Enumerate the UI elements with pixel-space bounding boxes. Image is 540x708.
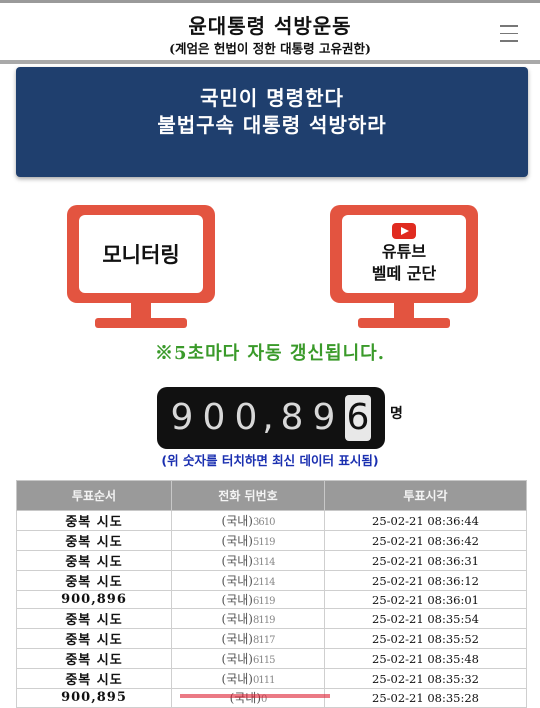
- phone-cell: (국내)8117: [171, 628, 325, 650]
- vote-order-cell: 중복 시도: [16, 648, 172, 670]
- page-title: 윤대통령 석방운동: [188, 14, 352, 38]
- monitoring-label: 모니터링: [102, 243, 180, 267]
- column-header: 전화 뒤번호: [171, 480, 325, 511]
- table-header-row: 투표순서 전화 뒤번호 투표시각: [16, 480, 527, 511]
- phone-prefix: (국내): [221, 554, 253, 568]
- phone-prefix: (국내): [221, 672, 253, 687]
- page-subtitle: (계엄은 헌법이 정한 대통령 고유권한): [169, 41, 371, 56]
- bellte-label: 벨떼 군단: [371, 264, 437, 283]
- cut-off-text: [180, 694, 330, 698]
- table-row: 900,896 (국내)6119 25-02-21 08:36:01: [16, 589, 527, 610]
- table-row: 중복 시도 (국내)0111 25-02-21 08:35:32: [16, 668, 527, 690]
- phone-cell: (국내)5119: [171, 530, 325, 551]
- vote-order-cell: 중복 시도: [16, 668, 172, 690]
- phone-mask: 3610: [253, 517, 275, 528]
- vote-log-table: 투표순서 전화 뒤번호 투표시각 중복 시도 (국내)3610 25-02-21 0…: [16, 480, 527, 708]
- top-bar: 윤대통령 석방운동 (계엄은 헌법이 정한 대통령 고유권한): [0, 0, 540, 60]
- vote-time-cell: 25-02-21 08:35:52: [324, 628, 527, 650]
- vote-time-cell: 25-02-21 08:35:48: [324, 648, 527, 670]
- phone-prefix: (국내): [221, 632, 253, 647]
- phone-prefix: (국내): [221, 652, 253, 667]
- vote-order-cell: 중복 시도: [16, 570, 172, 591]
- column-header: 투표순서: [16, 480, 172, 511]
- phone-prefix: (국내): [221, 574, 253, 588]
- column-header: 투표시각: [324, 480, 527, 511]
- vote-time-cell: 25-02-21 08:36:44: [324, 510, 527, 531]
- counter-digit: 6: [345, 395, 371, 441]
- phone-mask: 0111: [253, 675, 275, 687]
- table-row: 중복 시도 (국내)8119 25-02-21 08:35:54: [16, 608, 527, 630]
- phone-mask: 5119: [253, 537, 275, 548]
- slogan-line-1: 국민이 명령한다: [200, 86, 344, 110]
- vote-order-cell: 900,896: [16, 589, 172, 610]
- table-row: 중복 시도 (국내)2114 25-02-21 08:36:12: [16, 570, 527, 591]
- vote-order-cell: 중복 시도: [16, 550, 172, 571]
- counter-unit: 명: [390, 406, 403, 422]
- table-row: 중복 시도 (국내)6115 25-02-21 08:35:48: [16, 648, 527, 670]
- phone-cell: (국내)2114: [171, 570, 325, 591]
- phone-cell: (국내)3114: [171, 550, 325, 571]
- phone-prefix: (국내): [221, 612, 253, 627]
- counter-digit: 9: [312, 397, 336, 438]
- youtube-bellte-button[interactable]: 유튜브 벨떼 군단: [330, 205, 478, 335]
- phone-prefix: (국내): [221, 593, 253, 608]
- table-row: 중복 시도 (국내)3610 25-02-21 08:36:44: [16, 510, 527, 531]
- phone-cell: (국내)8119: [171, 608, 325, 630]
- table-row: 중복 시도 (국내)3114 25-02-21 08:36:31: [16, 550, 527, 571]
- vote-counter[interactable]: 9 0 0 , 8 9 6: [157, 387, 385, 449]
- vote-time-cell: 25-02-21 08:35:54: [324, 608, 527, 630]
- vote-time-cell: 25-02-21 08:36:42: [324, 530, 527, 551]
- phone-cell: (국내)6119: [171, 589, 325, 610]
- phone-prefix: (국내): [221, 534, 253, 548]
- vote-time-cell: 25-02-21 08:36:31: [324, 550, 527, 571]
- vote-order-cell: 중복 시도: [16, 530, 172, 551]
- auto-refresh-notice: ※5초마다 자동 갱신됩니다.: [155, 343, 385, 364]
- table-row: 중복 시도 (국내)5119 25-02-21 08:36:42: [16, 530, 527, 551]
- vote-order-cell: 중복 시도: [16, 628, 172, 650]
- phone-mask: 6115: [253, 655, 275, 667]
- counter-digit: 8: [280, 397, 304, 438]
- phone-mask: 8119: [253, 615, 275, 627]
- header-divider: [0, 60, 540, 64]
- phone-mask: 3114: [253, 557, 275, 568]
- counter-digit: 9: [170, 397, 194, 438]
- phone-cell: (국내)3610: [171, 510, 325, 531]
- vote-time-cell: 25-02-21 08:35:32: [324, 668, 527, 690]
- slogan-banner: 국민이 명령한다 불법구속 대통령 석방하라: [16, 67, 528, 177]
- vote-time-cell: 25-02-21 08:36:01: [324, 589, 527, 610]
- hamburger-menu-icon[interactable]: [500, 25, 518, 42]
- phone-cell: (국내)6115: [171, 648, 325, 670]
- monitoring-button[interactable]: 모니터링: [67, 205, 215, 335]
- youtube-play-icon: [392, 223, 416, 239]
- youtube-label: 유튜브: [381, 242, 427, 261]
- vote-order-cell: 중복 시도: [16, 608, 172, 630]
- counter-digit: 0: [234, 397, 258, 438]
- touch-hint: (위 숫자를 터치하면 최신 데이터 표시됨): [161, 453, 379, 468]
- phone-mask: 2114: [253, 577, 275, 588]
- counter-digit: 0: [202, 397, 226, 438]
- phone-cell: (국내)0111: [171, 668, 325, 690]
- slogan-line-2: 불법구속 대통령 석방하라: [157, 113, 387, 137]
- phone-mask: 8117: [253, 635, 275, 647]
- counter-separator: ,: [262, 397, 274, 438]
- table-row: 중복 시도 (국내)8117 25-02-21 08:35:52: [16, 628, 527, 650]
- phone-prefix: (국내): [221, 514, 253, 528]
- vote-order-cell: 중복 시도: [16, 510, 172, 531]
- phone-mask: 6119: [253, 596, 275, 608]
- vote-time-cell: 25-02-21 08:36:12: [324, 570, 527, 591]
